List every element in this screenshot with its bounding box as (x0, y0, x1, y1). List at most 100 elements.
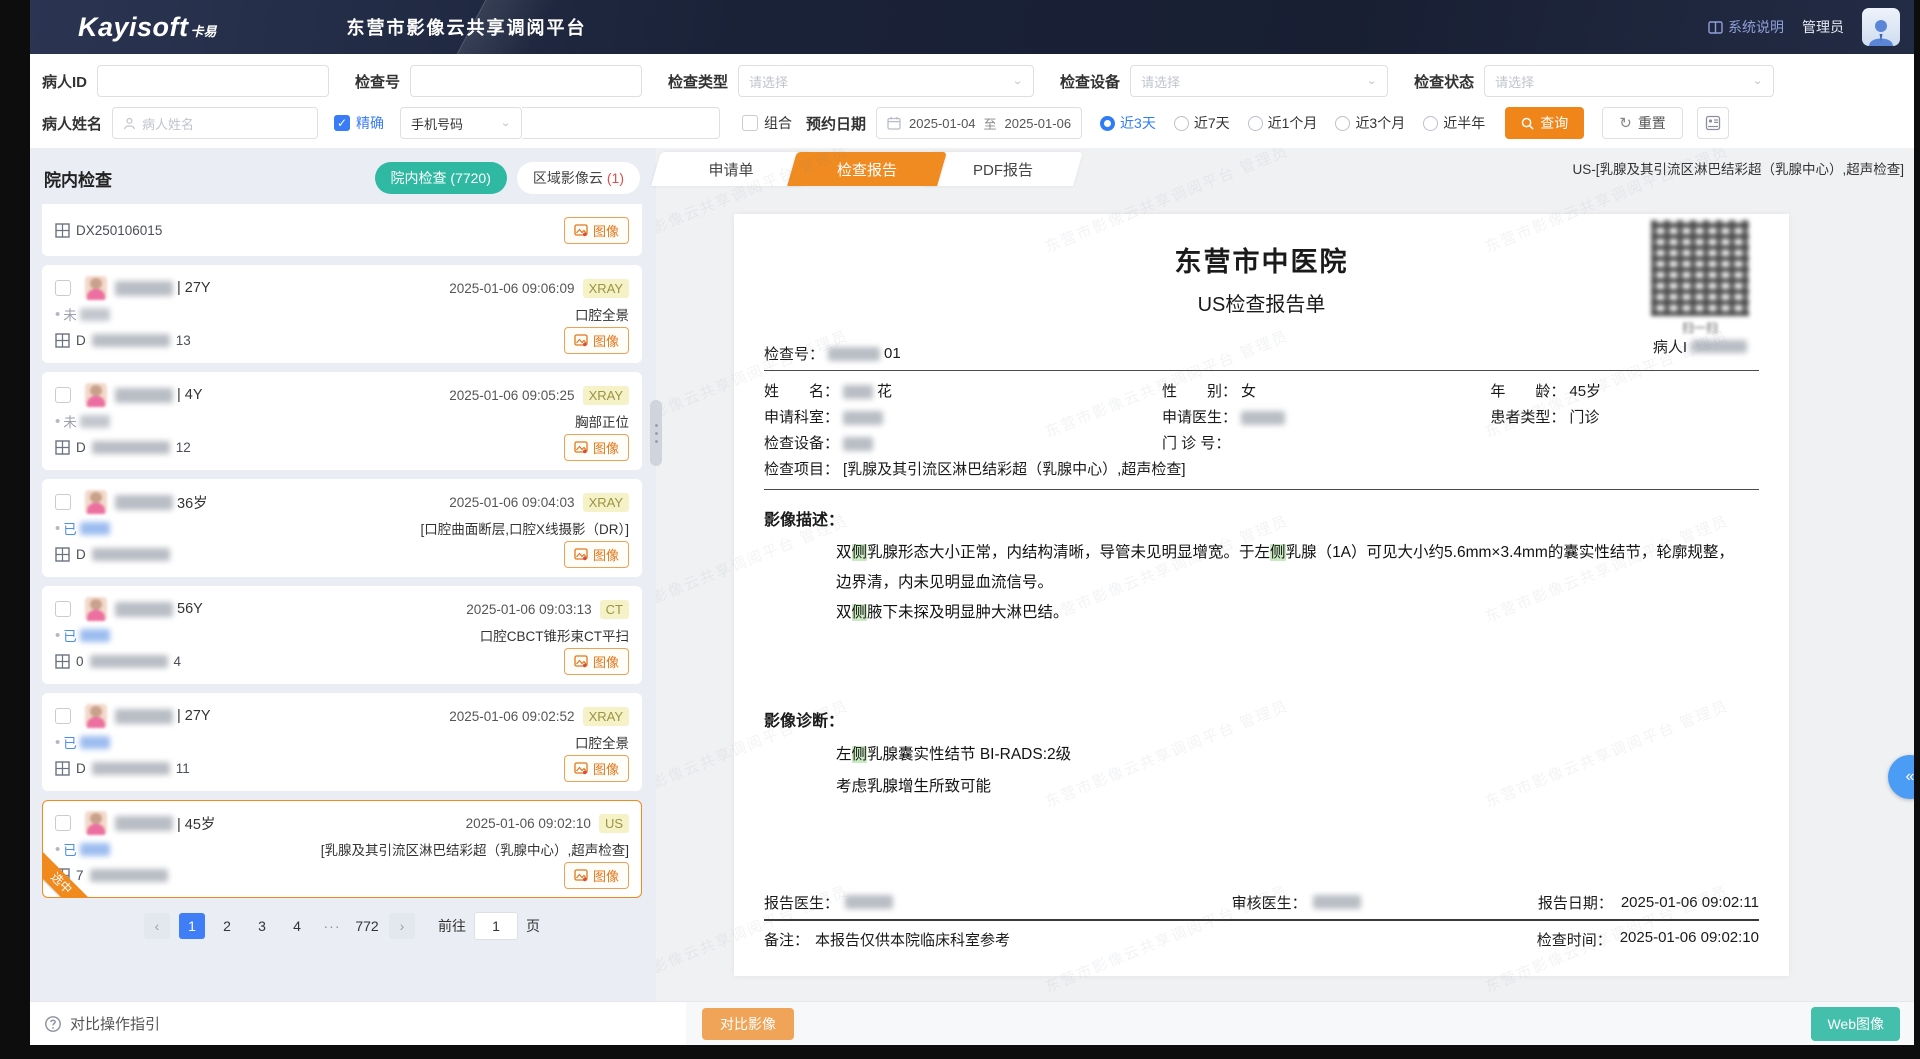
redacted-exam-no (828, 347, 880, 361)
modality-badge: XRAY (583, 386, 629, 405)
image-button[interactable]: 图像 (564, 755, 629, 782)
page-next-button[interactable]: › (389, 913, 415, 939)
diagnosis-title: 影像诊断： (764, 707, 1759, 731)
dept-label: 申请科室： (764, 405, 839, 431)
top-header: Kayisoft 卡易 东营市影像云共享调阅平台 系统说明 管理员 (30, 0, 1914, 54)
patient-avatar (85, 597, 107, 621)
tab-region-count: (1) (607, 170, 624, 186)
exam-card[interactable]: 56Y 2025-01-06 09:03:13 CT • 已 口腔CBCT锥形束… (42, 586, 642, 684)
compare-guide-link[interactable]: 对比操作指引 (44, 1013, 160, 1034)
system-help-link[interactable]: 系统说明 (1708, 17, 1784, 37)
exam-time: 2025-01-06 09:03:13 (466, 602, 591, 617)
phone-type-select[interactable]: 手机号码 ⌄ (400, 107, 522, 139)
patient-name-input[interactable]: 病人姓名 (112, 107, 318, 139)
exam-no-input[interactable] (410, 65, 642, 97)
user-name[interactable]: 管理员 (1802, 17, 1844, 37)
tab-检查报告[interactable]: 检查报告 (792, 152, 942, 186)
exam-checkbox[interactable] (55, 387, 71, 403)
exam-card-partial[interactable]: DX250106015 图像 (42, 204, 642, 256)
exam-card[interactable]: | 45岁 2025-01-06 09:02:10 US • 已 [乳腺及其引流… (42, 800, 642, 898)
exam-card[interactable]: | 4Y 2025-01-06 09:05:25 XRAY • 未 胸部正位 D (42, 372, 642, 470)
tab-申请单[interactable]: 申请单 (656, 152, 806, 186)
page-prev-button[interactable]: ‹ (144, 913, 170, 939)
image-icon (574, 655, 588, 668)
exam-type-select[interactable]: 请选择 ⌄ (738, 65, 1034, 97)
date-range-picker[interactable]: 2025-01-04 至 2025-01-06 (876, 107, 1082, 139)
image-button[interactable]: 图像 (564, 648, 629, 675)
quick-range-近半年[interactable]: 近半年 (1423, 113, 1485, 133)
exam-checkbox[interactable] (55, 494, 71, 510)
search-icon (1521, 117, 1534, 130)
date-from: 2025-01-04 (909, 116, 976, 131)
exam-checkbox[interactable] (55, 815, 71, 831)
chevron-down-icon: ⌄ (500, 117, 511, 130)
exam-card[interactable]: 36岁 2025-01-06 09:04:03 XRAY • 已 [口腔曲面断层… (42, 479, 642, 577)
image-button[interactable]: 图像 (564, 541, 629, 568)
combo-checkbox[interactable] (742, 115, 758, 131)
image-button[interactable]: 图像 (564, 862, 629, 889)
page-button-3[interactable]: 3 (249, 913, 275, 939)
exact-checkbox[interactable]: ✓ (334, 115, 350, 131)
redacted-exam-id (92, 441, 170, 454)
page-button-4[interactable]: 4 (284, 913, 310, 939)
redacted-status (80, 629, 110, 642)
exam-type-placeholder: 请选择 (749, 72, 788, 91)
modality-badge: XRAY (583, 493, 629, 512)
search-button[interactable]: 查询 (1505, 107, 1584, 139)
image-icon (574, 869, 588, 882)
exam-card[interactable]: | 27Y 2025-01-06 09:02:52 XRAY • 已 口腔全景 … (42, 693, 642, 791)
report-date-label: 报告日期： (1538, 892, 1613, 913)
date-separator: 至 (984, 114, 997, 133)
redacted-exam-id (92, 334, 170, 347)
user-avatar[interactable] (1862, 8, 1900, 46)
web-image-button[interactable]: Web图像 (1811, 1007, 1900, 1041)
page-button-2[interactable]: 2 (214, 913, 240, 939)
radio-icon (1335, 116, 1350, 131)
exam-checkbox[interactable] (55, 601, 71, 617)
tab-local-exams[interactable]: 院内检查 (7720) (375, 162, 507, 194)
exam-status-select[interactable]: 请选择 ⌄ (1484, 65, 1774, 97)
report-text-line: 双侧腋下未探及明显肿大淋巴结。 (836, 598, 1749, 628)
sidebar-title: 院内检查 (44, 166, 112, 191)
panel-resize-handle[interactable] (650, 400, 662, 466)
guide-icon (44, 1015, 62, 1033)
modality-badge: XRAY (583, 707, 629, 726)
image-button[interactable]: 图像 (564, 327, 629, 354)
exam-item-label: 检查项目： (764, 457, 839, 483)
person-icon (123, 117, 136, 130)
quick-range-近7天[interactable]: 近7天 (1174, 113, 1230, 133)
phone-input[interactable] (522, 107, 720, 139)
image-button[interactable]: 图像 (564, 434, 629, 461)
page-button-772[interactable]: 772 (354, 913, 380, 939)
exam-checkbox[interactable] (55, 708, 71, 724)
view-toggle-button[interactable] (1697, 107, 1729, 139)
quick-range-近1个月[interactable]: 近1个月 (1248, 113, 1318, 133)
quick-range-近3个月[interactable]: 近3个月 (1335, 113, 1405, 133)
exam-status-placeholder: 请选择 (1495, 72, 1534, 91)
quick-range-label: 近1个月 (1268, 113, 1318, 133)
exam-card[interactable]: | 27Y 2025-01-06 09:06:09 XRAY • 未 口腔全景 … (42, 265, 642, 363)
quick-range-近3天[interactable]: 近3天 (1100, 113, 1156, 133)
exam-checkbox[interactable] (55, 280, 71, 296)
image-button[interactable]: 图像 (564, 217, 629, 244)
exam-id-suffix: 13 (176, 333, 191, 348)
redacted-status (80, 522, 110, 535)
date-to: 2025-01-06 (1005, 116, 1072, 131)
patient-id-input[interactable] (97, 65, 329, 97)
check-icon: ✓ (337, 116, 347, 130)
redacted-status (80, 308, 110, 321)
redacted-dept (843, 411, 883, 425)
goto-page-input[interactable] (474, 912, 518, 940)
reset-button-label: 重置 (1638, 113, 1666, 133)
page-button-1[interactable]: 1 (179, 913, 205, 939)
exam-device-select[interactable]: 请选择 ⌄ (1130, 65, 1388, 97)
redacted-doctor (1241, 411, 1285, 425)
reset-button[interactable]: ↻ 重置 (1602, 107, 1683, 139)
compare-images-button[interactable]: 对比影像 (702, 1008, 794, 1040)
redacted-exam-id (92, 548, 170, 561)
qr-caption: 扫一扫 (1625, 319, 1775, 336)
note-label: 备注： (764, 929, 809, 950)
tab-region-cloud[interactable]: 区域影像云 (1) (517, 162, 640, 194)
tab-PDF报告[interactable]: PDF报告 (928, 152, 1078, 186)
redacted-device (843, 437, 873, 451)
